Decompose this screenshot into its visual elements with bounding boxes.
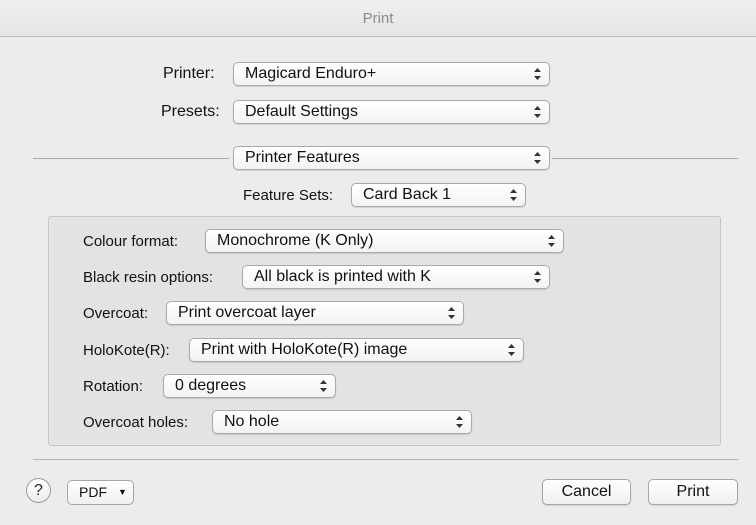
divider-left [33, 158, 229, 159]
printer-select[interactable]: Magicard Enduro+ [233, 62, 550, 86]
print-button[interactable]: Print [648, 479, 738, 505]
feature-sets-label: Feature Sets: [243, 187, 334, 204]
black-resin-select[interactable]: All black is printed with K [242, 265, 550, 289]
holokote-value: Print with HoloKote(R) image [201, 341, 408, 358]
printer-label: Printer: [163, 65, 215, 82]
holokote-select[interactable]: Print with HoloKote(R) image [189, 338, 524, 362]
overcoat-select[interactable]: Print overcoat layer [166, 301, 464, 325]
black-resin-label: Black resin options: [83, 269, 214, 286]
section-select[interactable]: Printer Features [233, 146, 550, 170]
chevron-down-icon: ▼ [118, 487, 127, 497]
overcoat-holes-label: Overcoat holes: [83, 414, 189, 431]
updown-arrows-icon [548, 235, 555, 247]
printer-value: Magicard Enduro+ [245, 65, 377, 82]
presets-label: Presets: [161, 103, 220, 120]
footer-divider [33, 459, 738, 460]
presets-select[interactable]: Default Settings [233, 100, 550, 124]
presets-value: Default Settings [245, 103, 358, 120]
holokote-label: HoloKote(R): [83, 342, 170, 359]
black-resin-value: All black is printed with K [254, 268, 431, 285]
updown-arrows-icon [534, 152, 541, 164]
overcoat-holes-value: No hole [224, 413, 280, 430]
updown-arrows-icon [448, 307, 455, 319]
feature-sets-select[interactable]: Card Back 1 [351, 183, 526, 207]
updown-arrows-icon [320, 380, 327, 392]
pdf-menu-button[interactable]: PDF ▼ [67, 480, 134, 505]
pdf-label: PDF [79, 484, 107, 500]
colour-format-value: Monochrome (K Only) [217, 232, 374, 249]
updown-arrows-icon [456, 416, 463, 428]
title-bar: Print [0, 0, 756, 37]
updown-arrows-icon [534, 271, 541, 283]
overcoat-value: Print overcoat layer [178, 304, 316, 321]
rotation-value: 0 degrees [175, 377, 247, 394]
updown-arrows-icon [508, 344, 515, 356]
updown-arrows-icon [534, 106, 541, 118]
colour-format-label: Colour format: [83, 233, 179, 250]
help-icon: ? [34, 482, 43, 499]
cancel-button[interactable]: Cancel [542, 479, 631, 505]
help-button[interactable]: ? [26, 478, 51, 503]
section-value: Printer Features [245, 149, 360, 166]
rotation-label: Rotation: [83, 378, 144, 395]
overcoat-label: Overcoat: [83, 305, 149, 322]
colour-format-select[interactable]: Monochrome (K Only) [205, 229, 564, 253]
feature-sets-value: Card Back 1 [363, 186, 452, 203]
updown-arrows-icon [510, 189, 517, 201]
rotation-select[interactable]: 0 degrees [163, 374, 336, 398]
divider-right [552, 158, 738, 159]
window-title: Print [362, 10, 394, 27]
overcoat-holes-select[interactable]: No hole [212, 410, 472, 434]
updown-arrows-icon [534, 68, 541, 80]
